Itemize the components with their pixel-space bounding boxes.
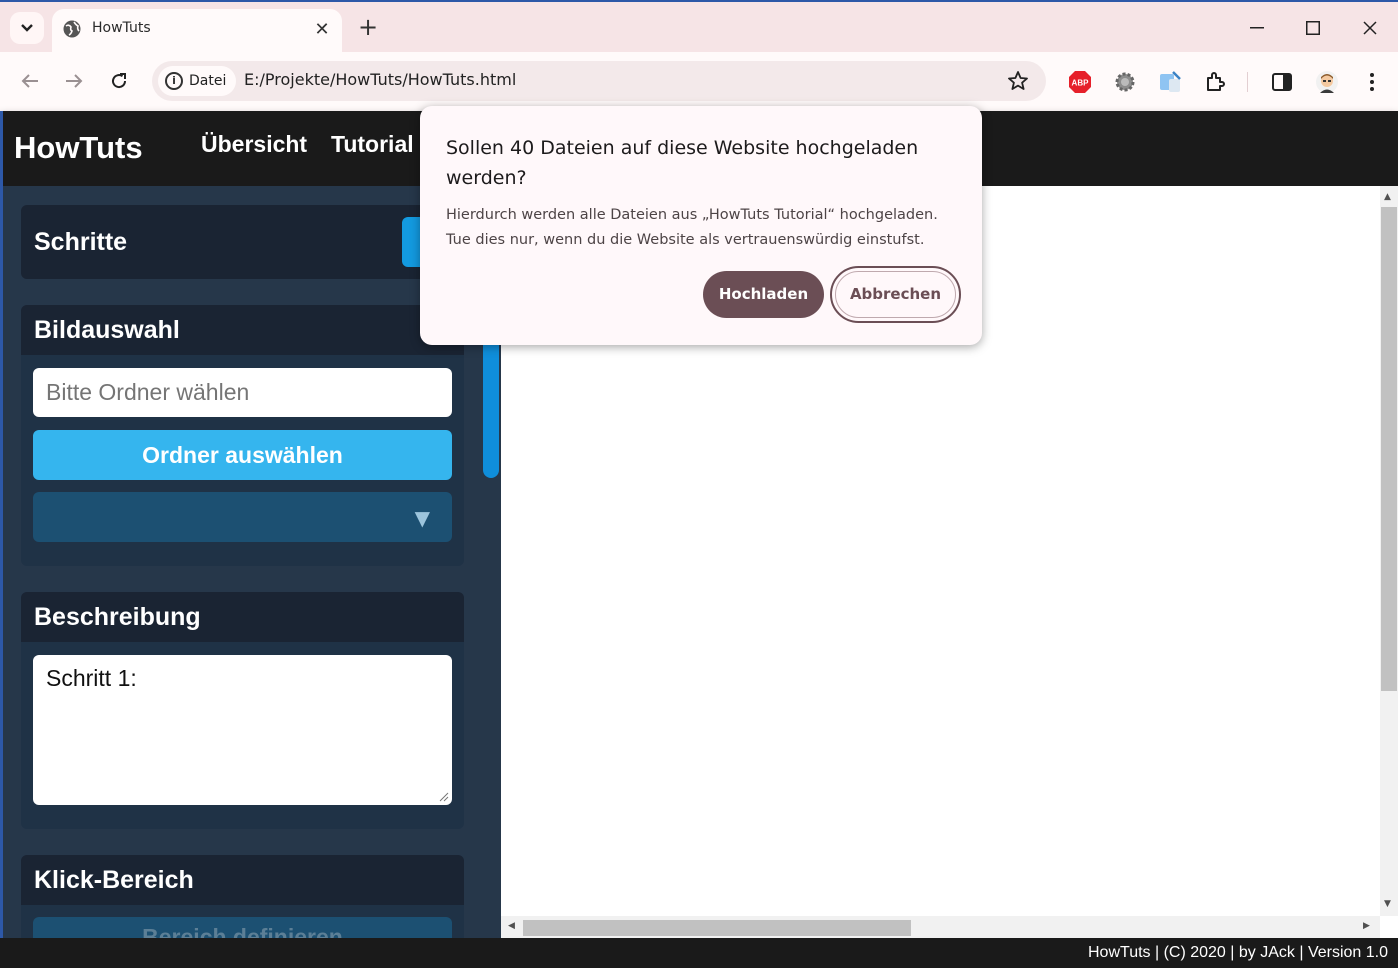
footer-text: HowTuts | (C) 2020 | by JAck | Version 1… — [1088, 944, 1388, 961]
scroll-right-icon[interactable]: ▶ — [1363, 921, 1370, 931]
steps-heading: Schritte — [21, 205, 464, 279]
bookmark-star-icon[interactable] — [1006, 69, 1030, 93]
select-folder-button[interactable]: Ordner auswählen — [33, 430, 452, 480]
description-heading: Beschreibung — [21, 592, 464, 642]
maximize-icon — [1306, 21, 1320, 35]
svg-text:ABP: ABP — [1072, 79, 1090, 88]
dropdown-arrow-icon: ▼ — [414, 506, 430, 530]
arrow-left-icon — [21, 74, 38, 88]
adblock-plus-icon[interactable]: ABP — [1066, 68, 1094, 96]
upload-button[interactable]: Hochladen — [703, 271, 824, 318]
site-info-label: Datei — [189, 73, 227, 89]
tab-strip: HowTuts ✕ + — [0, 0, 1398, 54]
dialog-body: Hierdurch werden alle Dateien aus „HowTu… — [446, 207, 938, 248]
scroll-up-icon[interactable]: ▲ — [1384, 192, 1391, 202]
app-footer: HowTuts | (C) 2020 | by JAck | Version 1… — [0, 938, 1398, 968]
side-panel-icon[interactable] — [1268, 68, 1296, 96]
gear-extension-icon[interactable] — [1111, 68, 1139, 96]
maximize-button[interactable] — [1298, 14, 1328, 42]
browser-tab[interactable]: HowTuts ✕ — [52, 9, 342, 54]
address-bar[interactable]: i Datei E:/Projekte/HowTuts/HowTuts.html — [152, 61, 1046, 101]
folder-input-placeholder: Bitte Ordner wählen — [46, 379, 250, 405]
cancel-button[interactable]: Abbrechen — [830, 266, 961, 323]
close-icon — [1363, 21, 1377, 35]
steps-panel: Schritte — [21, 205, 464, 279]
image-dropdown[interactable]: ▼ — [33, 492, 452, 542]
horizontal-scrollbar-thumb[interactable] — [523, 920, 911, 936]
reload-icon — [112, 73, 127, 89]
new-tab-button[interactable]: + — [354, 14, 382, 42]
app-logo[interactable]: HowTuts — [14, 130, 143, 166]
scroll-down-icon[interactable]: ▼ — [1384, 899, 1391, 909]
minimize-button[interactable] — [1242, 14, 1272, 42]
tab-title: HowTuts — [92, 20, 151, 36]
nav-tutorial[interactable]: Tutorial — [331, 131, 414, 158]
site-info-chip[interactable]: i Datei — [158, 66, 236, 96]
description-value: Schritt 1: — [46, 665, 137, 691]
info-icon: i — [165, 72, 183, 90]
toolbar-divider — [1247, 72, 1248, 92]
upload-confirm-dialog: Sollen 40 Dateien auf diese Website hoch… — [420, 106, 982, 345]
description-textarea[interactable]: Schritt 1: — [33, 655, 452, 805]
cancel-button-label: Abbrechen — [835, 271, 956, 318]
extensions-icon[interactable] — [1201, 68, 1229, 96]
browser-toolbar: i Datei E:/Projekte/HowTuts/HowTuts.html… — [0, 52, 1398, 111]
close-window-button[interactable] — [1355, 14, 1385, 42]
image-select-heading: Bildauswahl — [21, 305, 464, 355]
resize-grip-icon[interactable] — [439, 792, 449, 802]
scroll-left-icon[interactable]: ◀ — [508, 921, 515, 931]
puzzle-edit-icon[interactable] — [1156, 68, 1184, 96]
tab-search-button[interactable] — [10, 12, 44, 44]
click-area-heading: Klick-Bereich — [21, 855, 464, 905]
browser-menu-icon[interactable] — [1358, 68, 1386, 96]
vertical-scrollbar-thumb[interactable] — [1381, 207, 1397, 691]
profile-avatar[interactable] — [1313, 68, 1341, 96]
forward-button[interactable] — [57, 64, 91, 98]
tab-close-icon[interactable]: ✕ — [310, 17, 334, 41]
back-button[interactable] — [13, 64, 47, 98]
chevron-down-icon — [21, 24, 33, 32]
folder-input[interactable]: Bitte Ordner wählen — [33, 368, 452, 417]
minimize-icon — [1250, 27, 1264, 29]
globe-icon — [63, 20, 81, 38]
dialog-title: Sollen 40 Dateien auf diese Website hoch… — [446, 137, 919, 189]
arrow-right-icon — [66, 74, 83, 88]
reload-button[interactable] — [102, 64, 136, 98]
url-text[interactable]: E:/Projekte/HowTuts/HowTuts.html — [244, 70, 516, 89]
nav-overview[interactable]: Übersicht — [201, 131, 307, 158]
